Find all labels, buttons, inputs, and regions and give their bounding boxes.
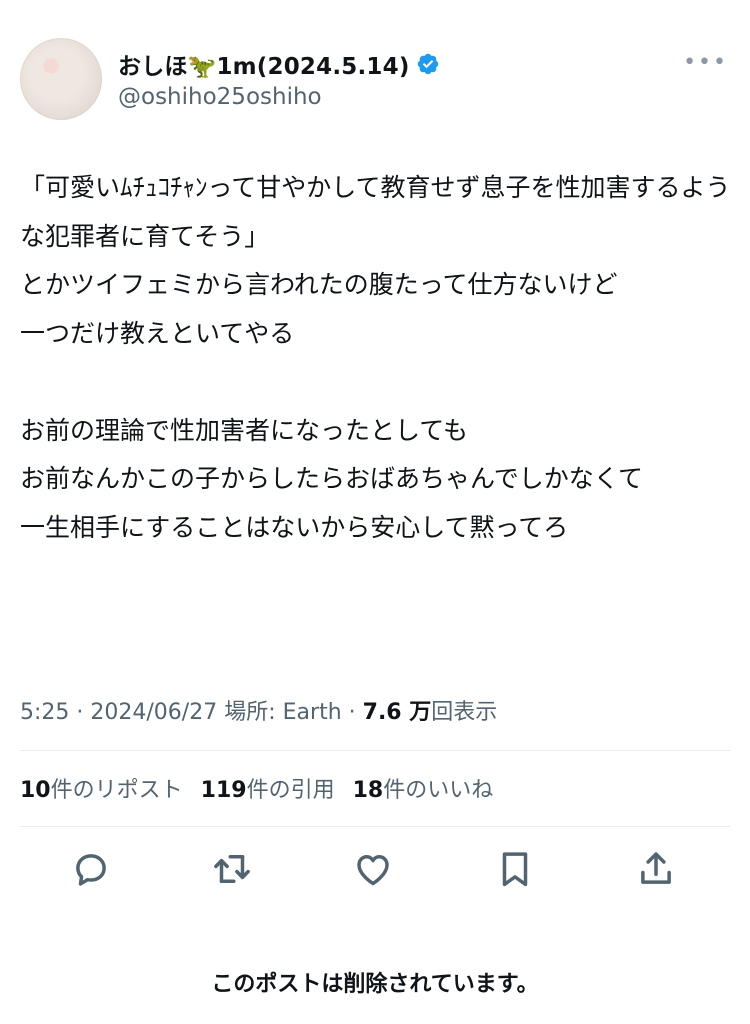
post-time[interactable]: 5:25 xyxy=(20,700,69,725)
engagement-stats: 10件のリポスト 119件の引用 18件のいいね xyxy=(20,772,493,804)
author-display-name[interactable]: おしほ🦖1m(2024.5.14) xyxy=(118,47,410,81)
verified-badge-icon xyxy=(417,53,438,75)
share-icon[interactable] xyxy=(635,848,677,890)
avatar[interactable] xyxy=(20,38,102,120)
view-count-label: 回表示 xyxy=(431,700,498,725)
author-name-row: おしほ🦖1m(2024.5.14) xyxy=(118,46,440,82)
reposts-count: 10 xyxy=(20,778,51,803)
bookmark-icon[interactable] xyxy=(494,848,536,890)
location-label: 場所: xyxy=(224,700,276,725)
meta-separator: · xyxy=(76,700,91,725)
divider xyxy=(20,750,730,751)
quotes-stat[interactable]: 119件の引用 xyxy=(201,772,335,804)
action-bar xyxy=(0,840,750,900)
like-icon[interactable] xyxy=(352,848,394,890)
meta-separator: · xyxy=(348,700,363,725)
post-meta: 5:25 · 2024/06/27 場所: Earth · 7.6 万回表示 xyxy=(20,694,497,726)
author-handle[interactable]: @oshiho25oshiho xyxy=(118,84,322,110)
likes-count: 18 xyxy=(352,778,384,803)
reposts-stat[interactable]: 10件のリポスト xyxy=(20,772,183,804)
post-date[interactable]: 2024/06/27 xyxy=(90,700,217,725)
more-options-icon[interactable]: ••• xyxy=(683,50,728,75)
likes-stat[interactable]: 18件のいいね xyxy=(353,772,494,804)
quotes-label: 件の引用 xyxy=(246,778,335,803)
post-location[interactable]: Earth xyxy=(283,700,342,725)
reposts-label: 件のリポスト xyxy=(50,778,183,803)
post-text: 「可愛いﾑﾁｭｺﾁｬﾝって甘やかして教育せず息子を性加害するような犯罪者に育てそ… xyxy=(20,173,731,542)
view-count: 7.6 万 xyxy=(362,700,432,725)
divider xyxy=(20,826,730,827)
likes-label: 件のいいね xyxy=(383,778,494,803)
repost-icon[interactable] xyxy=(211,848,253,890)
deleted-post-notice: このポストは削除されています。 xyxy=(211,972,539,997)
quotes-count: 119 xyxy=(200,778,247,803)
reply-icon[interactable] xyxy=(70,848,112,890)
